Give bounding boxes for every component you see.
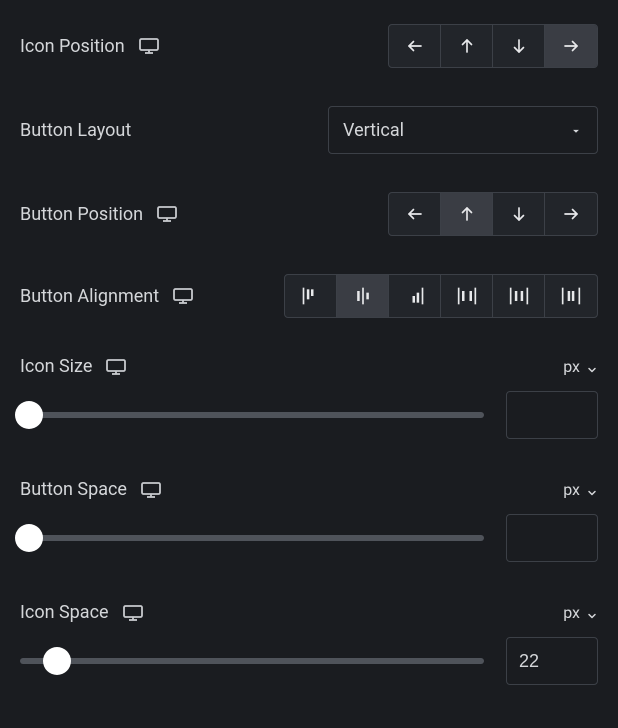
icon-position-right[interactable] [545, 25, 597, 67]
button-space-label: Button Space [20, 479, 127, 500]
icon-position-down[interactable] [493, 25, 545, 67]
desktop-icon[interactable] [141, 482, 161, 498]
icon-space-unit-select[interactable]: px [563, 603, 598, 622]
icon-space-input[interactable] [506, 637, 598, 685]
icon-size-label-group: Icon Size [20, 356, 126, 377]
button-space-input[interactable] [506, 514, 598, 562]
chevron-down-icon [586, 607, 598, 619]
icon-size-unit: px [563, 357, 580, 376]
button-layout-label-group: Button Layout [20, 120, 131, 141]
icon-size-input[interactable] [506, 391, 598, 439]
button-space-slider[interactable] [20, 535, 484, 541]
arrow-left-icon [406, 205, 424, 223]
icon-space-label-group: Icon Space [20, 602, 143, 623]
desktop-icon[interactable] [123, 605, 143, 621]
icon-size-header: Icon Size px [20, 356, 598, 377]
button-position-left[interactable] [389, 193, 441, 235]
button-position-down[interactable] [493, 193, 545, 235]
icon-size-slider-thumb[interactable] [15, 401, 43, 429]
desktop-icon[interactable] [139, 38, 159, 54]
chevron-down-icon [586, 361, 598, 373]
align-between-icon [457, 287, 477, 305]
desktop-icon[interactable] [173, 288, 193, 304]
button-position-label: Button Position [20, 204, 143, 225]
icon-space-header: Icon Space px [20, 602, 598, 623]
align-end-icon [405, 287, 425, 305]
icon-position-up[interactable] [441, 25, 493, 67]
button-alignment-label: Button Alignment [20, 286, 159, 307]
icon-position-label: Icon Position [20, 36, 125, 57]
arrow-right-icon [562, 205, 580, 223]
align-flex-end[interactable] [389, 275, 441, 317]
button-space-unit-select[interactable]: px [563, 480, 598, 499]
button-layout-label: Button Layout [20, 120, 131, 141]
icon-space-label: Icon Space [20, 602, 109, 623]
icon-position-row: Icon Position [20, 24, 598, 68]
arrow-up-icon [458, 205, 476, 223]
button-position-row: Button Position [20, 192, 598, 236]
button-space-slider-row [20, 514, 598, 562]
button-alignment-row: Button Alignment [20, 274, 598, 318]
arrow-up-icon [458, 37, 476, 55]
button-position-up[interactable] [441, 193, 493, 235]
align-space-between[interactable] [441, 275, 493, 317]
button-position-label-group: Button Position [20, 204, 177, 225]
button-space-unit: px [563, 480, 580, 499]
button-layout-row: Button Layout Vertical [20, 106, 598, 154]
button-space-label-group: Button Space [20, 479, 161, 500]
align-space-around[interactable] [493, 275, 545, 317]
icon-space-slider-row [20, 637, 598, 685]
align-center-icon [353, 287, 373, 305]
icon-position-left[interactable] [389, 25, 441, 67]
align-center[interactable] [337, 275, 389, 317]
icon-size-slider-row [20, 391, 598, 439]
icon-space-unit: px [563, 603, 580, 622]
chevron-down-icon [569, 123, 583, 137]
icon-size-unit-select[interactable]: px [563, 357, 598, 376]
align-space-evenly[interactable] [545, 275, 597, 317]
button-alignment-buttons [284, 274, 598, 318]
align-evenly-icon [561, 287, 581, 305]
align-start-icon [301, 287, 321, 305]
button-layout-value: Vertical [343, 120, 404, 141]
icon-size-slider[interactable] [20, 412, 484, 418]
icon-space-slider-thumb[interactable] [43, 647, 71, 675]
button-space-header: Button Space px [20, 479, 598, 500]
arrow-left-icon [406, 37, 424, 55]
icon-position-buttons [388, 24, 598, 68]
button-space-slider-thumb[interactable] [15, 524, 43, 552]
icon-size-label: Icon Size [20, 356, 92, 377]
button-layout-select[interactable]: Vertical [328, 106, 598, 154]
chevron-down-icon [586, 484, 598, 496]
arrow-right-icon [562, 37, 580, 55]
desktop-icon[interactable] [157, 206, 177, 222]
icon-position-label-group: Icon Position [20, 36, 159, 57]
icon-space-slider[interactable] [20, 658, 484, 664]
button-alignment-label-group: Button Alignment [20, 286, 193, 307]
arrow-down-icon [510, 205, 528, 223]
align-around-icon [509, 287, 529, 305]
desktop-icon[interactable] [106, 359, 126, 375]
align-flex-start[interactable] [285, 275, 337, 317]
arrow-down-icon [510, 37, 528, 55]
button-position-right[interactable] [545, 193, 597, 235]
button-position-buttons [388, 192, 598, 236]
